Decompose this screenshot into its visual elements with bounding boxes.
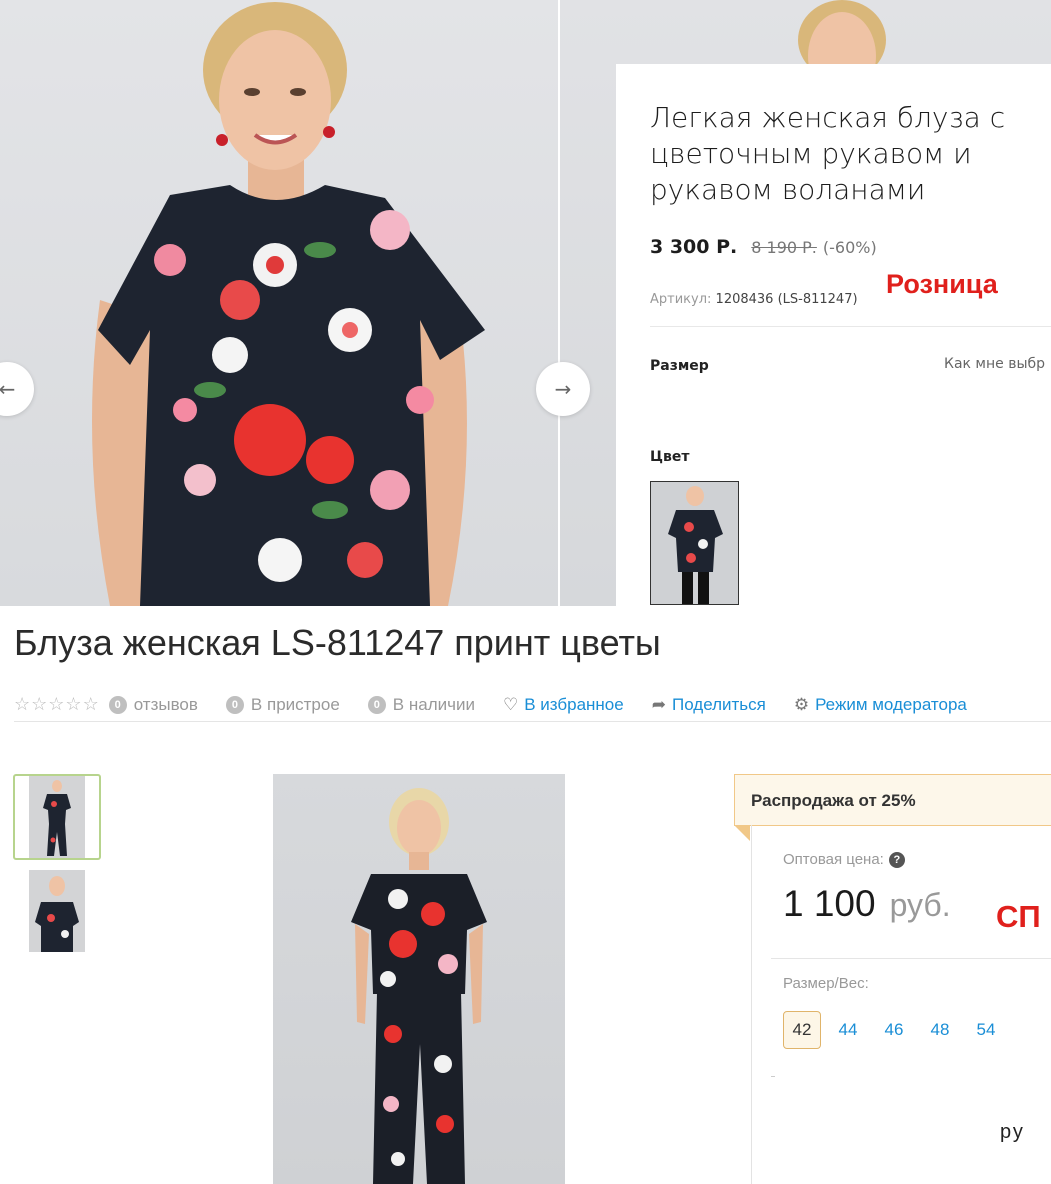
size-option-48[interactable]: 48 <box>921 1011 959 1049</box>
reviews-link[interactable]: 0 отзывов <box>108 694 198 715</box>
share-link[interactable]: ➦ Поделиться <box>652 695 766 715</box>
star-icon: ☆ <box>65 694 82 714</box>
price-currency: руб. <box>889 887 951 923</box>
discount-percent: (-60%) <box>822 238 877 257</box>
size-options: 42 44 46 48 54 <box>783 1011 1005 1049</box>
thumbnail-1[interactable] <box>13 774 101 860</box>
reviews-count-badge: 0 <box>108 695 127 714</box>
stock-count-badge: 0 <box>367 695 386 714</box>
add-to-favorites-link[interactable]: ♡ В избранное <box>503 695 624 715</box>
star-icon: ☆ <box>48 694 65 714</box>
size-option-46[interactable]: 46 <box>875 1011 913 1049</box>
model-photo-illustration <box>92 2 485 606</box>
arrow-left-icon: ← <box>0 377 16 401</box>
sale-banner: Распродажа от 25% <box>734 774 1051 826</box>
question-icon[interactable]: ? <box>888 851 905 868</box>
wholesale-screenshot: Блуза женская LS-811247 принт цветы ☆ ☆ … <box>0 606 1051 1184</box>
share-icon: ➦ <box>651 694 666 714</box>
arrow-right-icon: → <box>554 377 572 401</box>
thumbnail-list <box>13 774 101 962</box>
old-price: 8 190 Р. <box>751 238 817 257</box>
attach-status: 0 В пристрое <box>225 694 340 715</box>
share-label: Поделиться <box>671 694 766 714</box>
size-option-42[interactable]: 42 <box>783 1011 821 1049</box>
next-photo-button[interactable]: → <box>536 362 590 416</box>
size-option-44[interactable]: 44 <box>829 1011 867 1049</box>
price-value: 1 100 <box>783 883 876 924</box>
color-swatch-option[interactable] <box>650 481 739 605</box>
divider <box>650 326 1051 327</box>
divider <box>771 958 1051 959</box>
heart-icon: ♡ <box>502 694 519 714</box>
moderator-mode-link[interactable]: ⚙ Режим модератора <box>794 695 967 715</box>
product-main-image[interactable] <box>273 774 565 1184</box>
size-guide-link[interactable]: Как мне выбр <box>944 356 1045 372</box>
retail-annotation-tag: Розница <box>886 269 998 299</box>
stock-label: В наличии <box>392 694 475 714</box>
gear-icon: ⚙ <box>793 694 810 714</box>
cropped-text: ру <box>1000 1121 1025 1143</box>
sale-banner-notch <box>734 825 750 841</box>
thumbnail-2[interactable] <box>13 868 101 954</box>
size-weight-label: Размер/Вес: <box>783 975 869 992</box>
attach-count-badge: 0 <box>225 695 244 714</box>
wholesale-price-box: Оптовая цена: ? 1 100 руб. СП Размер/Вес:… <box>751 825 1051 1184</box>
product-title: Блуза женская LS-811247 принт цветы <box>14 622 661 663</box>
rating-stars[interactable]: ☆ ☆ ☆ ☆ ☆ <box>14 694 99 715</box>
current-price: 3 300 Р. <box>650 236 738 258</box>
price-row: 3 300 Р. 8 190 Р. (-60%) <box>650 236 1051 258</box>
star-icon: ☆ <box>14 694 31 714</box>
size-label: Размер <box>650 358 709 374</box>
article-value: 1208436 (LS-811247) <box>715 292 858 307</box>
sp-annotation-tag: СП <box>996 899 1041 934</box>
star-icon: ☆ <box>82 694 99 714</box>
divider <box>771 1076 775 1077</box>
color-label: Цвет <box>650 449 690 465</box>
product-title: Легкая женская блуза с цветочным рукавом… <box>650 101 1006 206</box>
wholesale-price: 1 100 руб. <box>783 883 951 925</box>
product-info-card: Легкая женская блуза с цветочным рукавом… <box>616 64 1051 606</box>
model-full-length-illustration <box>351 788 487 1184</box>
article-label: Артикул: <box>650 292 712 307</box>
swatch-thumbnail <box>668 486 723 604</box>
attach-label: В пристрое <box>250 694 340 714</box>
star-icon: ☆ <box>31 694 48 714</box>
product-meta-row: ☆ ☆ ☆ ☆ ☆ 0 отзывов 0 В пристрое 0 В нал… <box>14 688 1051 722</box>
thumbnail-image <box>35 876 79 952</box>
stock-status: 0 В наличии <box>367 694 475 715</box>
retail-screenshot: ← → Легкая женская блуза с цветочным рук… <box>0 0 1051 606</box>
favorites-label: В избранное <box>524 694 624 714</box>
reviews-label: отзывов <box>133 694 198 714</box>
size-option-54[interactable]: 54 <box>967 1011 1005 1049</box>
product-photo-main[interactable] <box>0 0 558 606</box>
thumbnail-image <box>43 780 71 856</box>
moderator-label: Режим модератора <box>815 694 967 714</box>
wholesale-price-label: Оптовая цена: ? <box>783 851 905 868</box>
